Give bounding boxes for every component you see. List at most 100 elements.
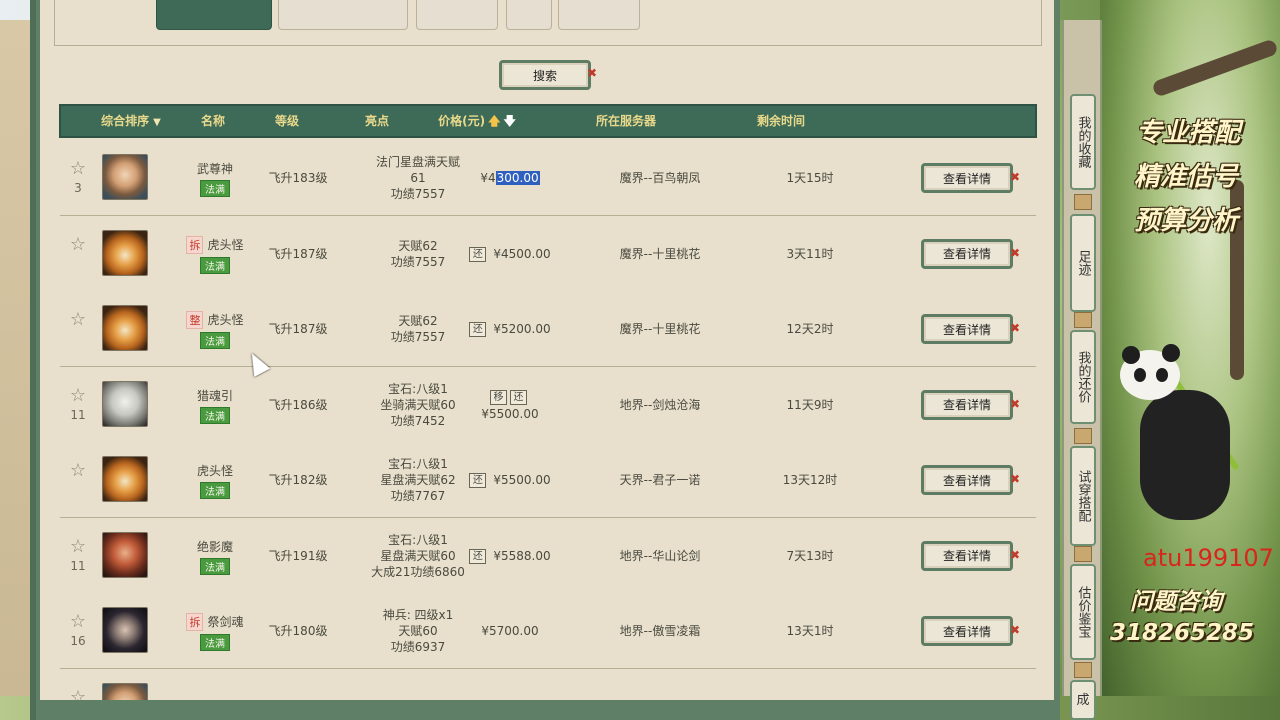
favorite-count: 3	[74, 181, 82, 195]
star-icon[interactable]: ☆	[68, 234, 88, 255]
level-header: 等级	[274, 114, 299, 128]
view-details-button[interactable]: 查看详情	[921, 163, 1013, 193]
star-icon[interactable]: ☆	[68, 385, 88, 406]
server-cell: 魔界--十里桃花	[619, 246, 701, 261]
filter-tab-4[interactable]	[506, 0, 552, 30]
side-separator	[1074, 546, 1092, 562]
highlight-header: 亮点	[364, 114, 389, 128]
star-icon[interactable]: ☆	[68, 536, 88, 557]
promo-line-2: 精准估号	[1134, 162, 1239, 192]
side-nav-label: 估价鉴宝	[1075, 586, 1091, 638]
favorite-count: 16	[70, 634, 86, 648]
remain-time-cell: 13天1时	[786, 624, 834, 638]
side-nav-label: 试穿搭配	[1075, 470, 1091, 522]
side-nav-bargains[interactable]: 我的还价	[1070, 330, 1096, 424]
star-icon[interactable]: ☆	[68, 611, 88, 632]
price-cell: 还 ¥5200.00	[430, 291, 590, 367]
view-details-button[interactable]: 查看详情	[921, 238, 1013, 269]
side-nav-label: 成	[1076, 692, 1090, 708]
price-header[interactable]: 价格(元) 🡅 🡇	[427, 106, 527, 136]
view-details-button[interactable]: 查看详情	[921, 540, 1013, 571]
side-nav-favorites[interactable]: 我的收藏	[1070, 94, 1096, 190]
side-separator	[1074, 428, 1092, 444]
name-cell: 武尊神 法满	[170, 160, 260, 197]
price-value: ¥4300.00	[480, 171, 540, 185]
sect-badge: 法满	[200, 557, 230, 575]
character-name: 武尊神	[196, 162, 233, 176]
price-value: ¥5500.00	[493, 473, 551, 487]
star-icon[interactable]: ☆	[68, 460, 88, 481]
character-avatar[interactable]	[102, 380, 148, 427]
sort-header[interactable]: 综合排序 ▼	[91, 106, 171, 136]
character-avatar[interactable]	[102, 607, 148, 653]
price-cell: 移还 ¥5500.00	[430, 367, 590, 443]
filter-tab-1[interactable]	[156, 0, 272, 30]
favorite-count: 11	[70, 407, 86, 422]
arrow-down-icon[interactable]: 🡇	[503, 114, 515, 128]
name-cell: 虎头怪 法满	[170, 462, 260, 499]
price-value: ¥5588.00	[493, 548, 551, 563]
character-avatar[interactable]	[102, 456, 148, 502]
star-icon[interactable]: ☆	[68, 158, 88, 179]
character-name: 绝影魔	[196, 539, 233, 554]
price-selected-text[interactable]: 300.00	[495, 171, 540, 185]
side-nav-tryon[interactable]: 试穿搭配	[1070, 446, 1096, 546]
name-cell: 拆祭剑魂 法满	[170, 613, 260, 651]
character-avatar[interactable]	[102, 682, 148, 700]
triangle-down-icon: ▼	[153, 117, 161, 128]
server-cell: 魔界--十里桃花	[619, 322, 701, 336]
name-header: 名称	[200, 114, 225, 128]
character-avatar[interactable]	[102, 531, 148, 578]
server-header: 所在服务器	[595, 114, 656, 128]
close-icon: ✖	[1010, 623, 1021, 637]
side-nav-label: 我的收藏	[1075, 116, 1091, 168]
sect-badge: 法满	[200, 634, 230, 651]
table-row: ☆ 16 拆祭剑魂 法满 飞升180级 神兵: 四级x1 天赋60 功绩6937 ¥5700.0…	[60, 593, 1036, 669]
price-value: ¥5700.00	[481, 624, 539, 638]
filter-tab-5[interactable]	[558, 0, 640, 30]
promo-line-3: 预算分析	[1134, 206, 1239, 236]
close-icon: ✖	[1010, 170, 1021, 184]
remain-time-cell: 1天15时	[786, 171, 834, 185]
table-body: ☆ 3 武尊神 法满 飞升183级 法门星盘满天赋 61 功绩7557 ¥4300.00 魔界--…	[60, 140, 1036, 700]
search-button[interactable]: 搜索	[499, 60, 591, 90]
star-icon[interactable]: ☆	[68, 687, 88, 701]
view-details-button[interactable]: 查看详情	[921, 389, 1013, 420]
price-badge: 还	[510, 389, 527, 405]
price-badges: 还	[469, 246, 489, 262]
sect-badge: 法满	[200, 180, 230, 197]
sect-badge: 法满	[200, 256, 230, 274]
side-nav-history[interactable]: 足迹	[1070, 214, 1096, 312]
remain-time-cell: 13天12时	[782, 473, 838, 487]
price-cell: 还 ¥5500.00	[430, 442, 590, 518]
side-separator	[1074, 312, 1092, 328]
character-avatar[interactable]	[102, 229, 148, 276]
character-avatar[interactable]	[102, 154, 148, 200]
price-cell	[430, 669, 590, 701]
server-cell: 魔界--百鸟朝凤	[619, 171, 701, 185]
side-nav-appraise[interactable]: 估价鉴宝	[1070, 564, 1096, 660]
table-row: ☆ 11 猎魂引 法满 飞升186级 宝石:八级1 坐骑满天赋60 功绩7452 移还 ¥5500…	[60, 366, 1036, 443]
arrow-up-icon[interactable]: 🡅	[488, 114, 500, 128]
close-icon: ✖	[1010, 321, 1021, 335]
side-separator	[1074, 194, 1092, 210]
close-icon: ✖	[587, 66, 598, 80]
filter-tab-2[interactable]	[278, 0, 408, 30]
price-badge: 还	[469, 473, 487, 488]
star-icon[interactable]: ☆	[68, 309, 88, 330]
view-details-button[interactable]: 查看详情	[921, 616, 1013, 646]
sect-badge: 法满	[200, 482, 230, 499]
side-nav-more[interactable]: 成	[1070, 680, 1096, 720]
close-icon: ✖	[1010, 547, 1021, 562]
promo-line-1: 专业搭配	[1136, 118, 1241, 148]
view-details-button[interactable]: 查看详情	[921, 465, 1013, 495]
price-badge: 移	[490, 389, 507, 405]
side-separator	[1074, 662, 1092, 678]
name-cell: 绝影魔 法满	[170, 538, 260, 575]
sort-header-label: 综合排序	[101, 114, 150, 128]
price-cell: 还 ¥5588.00	[430, 518, 590, 594]
character-avatar[interactable]	[102, 305, 148, 351]
view-details-button[interactable]: 查看详情	[921, 314, 1013, 344]
side-nav-label: 我的还价	[1075, 351, 1091, 403]
filter-tab-3[interactable]	[416, 0, 498, 30]
